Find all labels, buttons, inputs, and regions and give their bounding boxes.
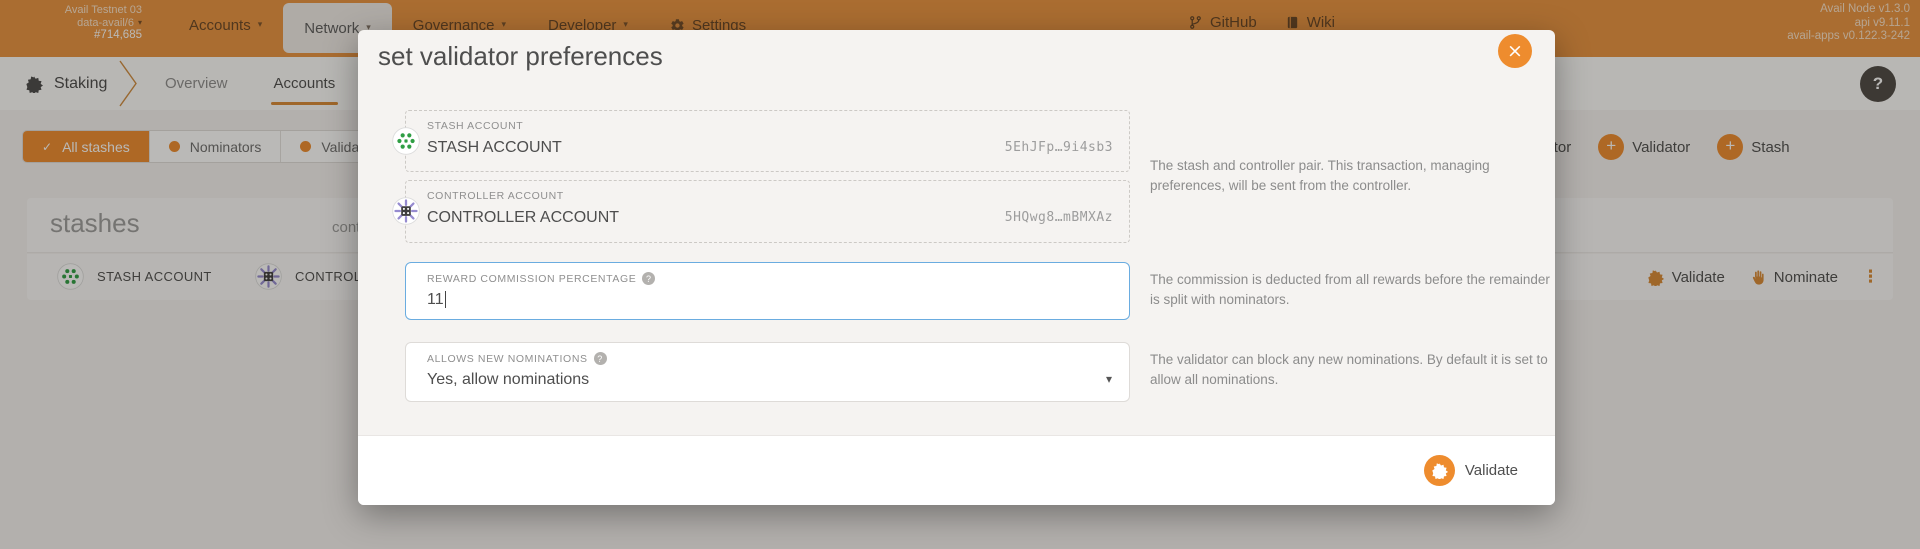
controller-account-field: CONTROLLER ACCOUNT CONTROLLER ACCOUNT 5H… [405, 180, 1130, 243]
close-icon[interactable]: × [1498, 34, 1532, 68]
controller-address: 5HQwg8…mBMXAz [1005, 210, 1113, 225]
question-icon: ? [642, 272, 655, 285]
set-validator-preferences-modal: set validator preferences × STASH ACCOUN… [358, 30, 1555, 505]
commission-value: 11 [427, 291, 446, 309]
help-text-nominations: The validator can block any new nominati… [1150, 350, 1554, 389]
modal-title: set validator preferences [378, 41, 663, 72]
app-window: Avail Testnet 03 data-avail/6▾ #714,685 … [0, 0, 1920, 549]
controller-field-value: CONTROLLER ACCOUNT [427, 209, 619, 227]
nominations-dropdown[interactable]: ALLOWS NEW NOMINATIONS ? Yes, allow nomi… [405, 342, 1130, 402]
question-icon: ? [594, 352, 607, 365]
stash-address: 5EhJFp…9i4sb3 [1005, 140, 1113, 155]
stash-identicon [392, 127, 420, 155]
modal-footer: Validate [358, 435, 1555, 505]
controller-identicon [392, 197, 420, 225]
stash-field-label: STASH ACCOUNT [427, 120, 523, 132]
help-text-pair: The stash and controller pair. This tran… [1150, 156, 1554, 195]
controller-field-label: CONTROLLER ACCOUNT [427, 190, 564, 202]
validate-submit-button[interactable]: Validate [1424, 455, 1518, 486]
help-text-commission: The commission is deducted from all rewa… [1150, 270, 1554, 309]
stash-account-field: STASH ACCOUNT STASH ACCOUNT 5EhJFp…9i4sb… [405, 110, 1130, 172]
chevron-down-icon: ▾ [1106, 372, 1112, 386]
validate-star-icon [1424, 455, 1455, 486]
commission-input[interactable]: REWARD COMMISSION PERCENTAGE ? 11 [405, 262, 1130, 320]
nominations-label: ALLOWS NEW NOMINATIONS ? [427, 352, 607, 365]
stash-field-value: STASH ACCOUNT [427, 139, 562, 157]
nominations-value: Yes, allow nominations [427, 371, 589, 389]
commission-label: REWARD COMMISSION PERCENTAGE ? [427, 272, 655, 285]
text-cursor [445, 291, 447, 308]
